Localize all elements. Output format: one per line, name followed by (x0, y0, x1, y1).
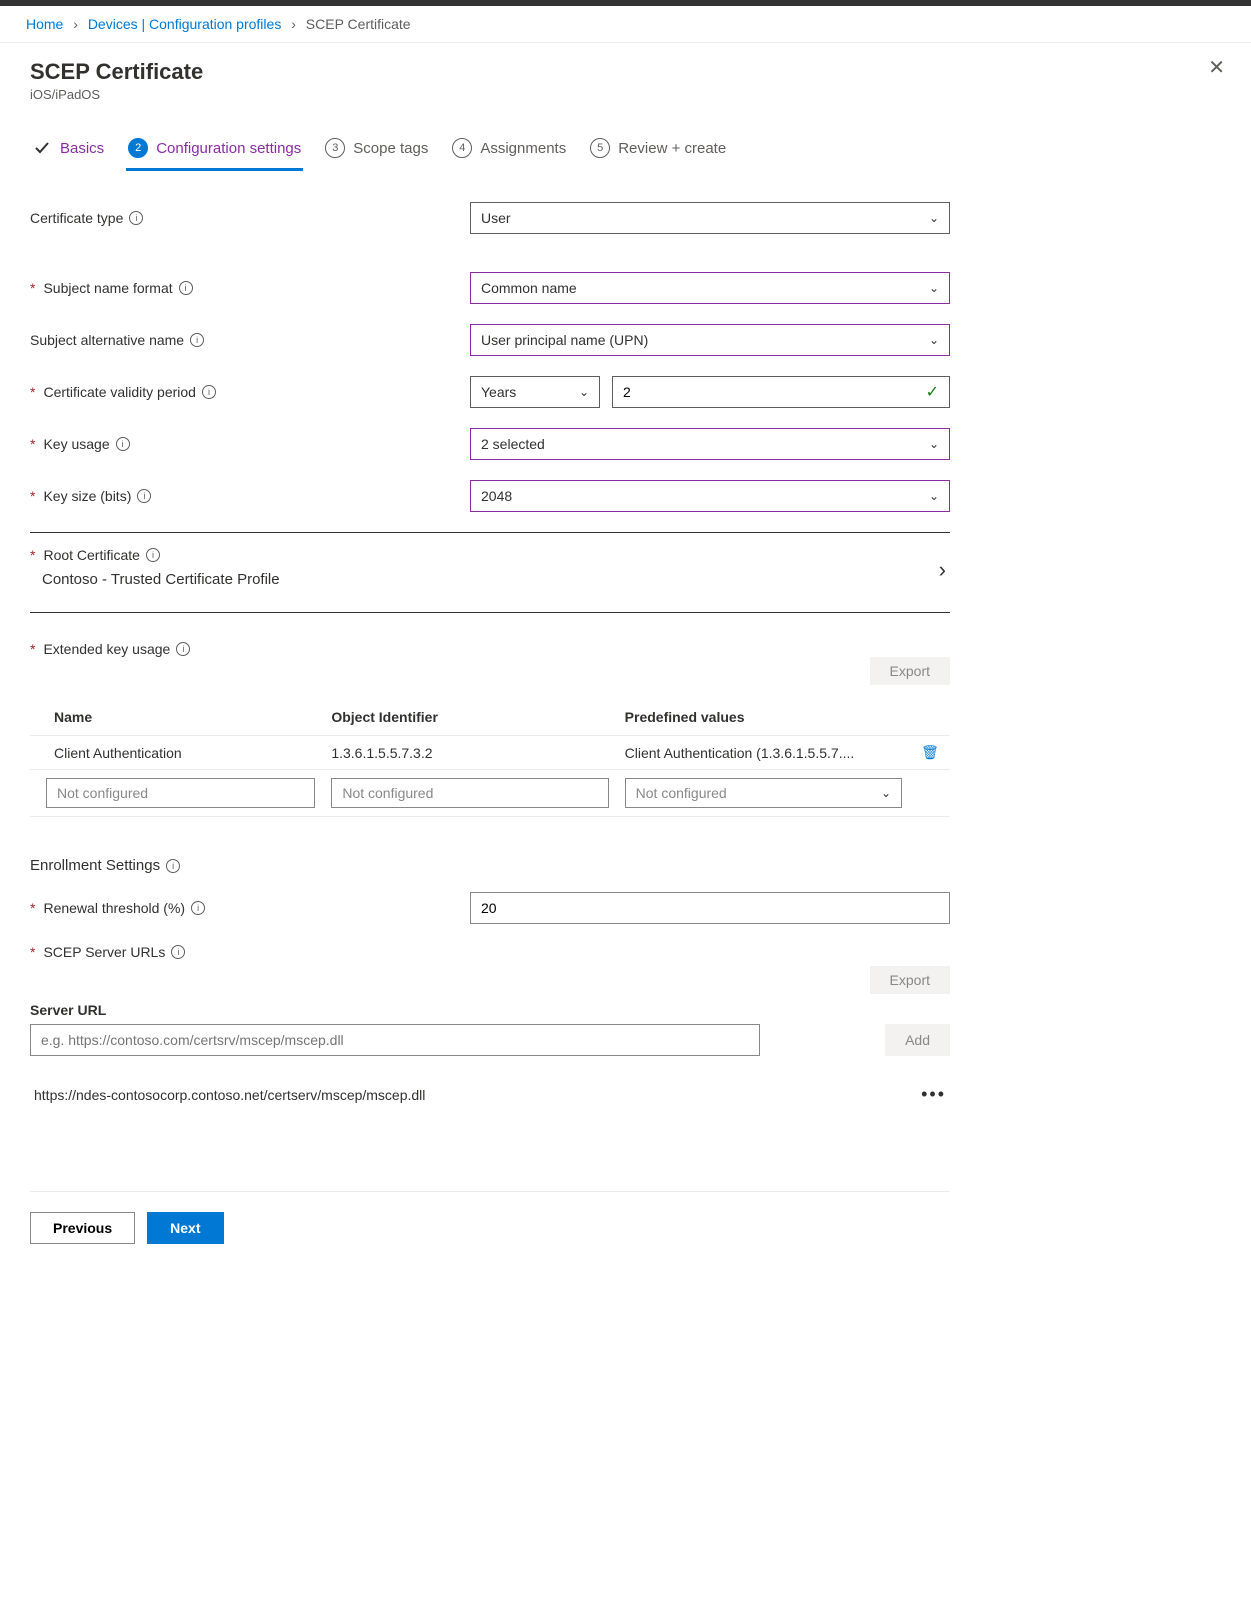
subject-name-format-select[interactable]: Common name ⌄ (470, 272, 950, 304)
tab-configuration-settings[interactable]: 2 Configuration settings (126, 132, 303, 171)
info-icon[interactable]: i (146, 548, 160, 562)
export-eku-button[interactable]: Export (870, 657, 950, 685)
server-url-input[interactable] (41, 1025, 749, 1055)
tab-basics[interactable]: Basics (30, 132, 106, 171)
root-certificate-picker[interactable]: *Root Certificate i Contoso - Trusted Ce… (30, 545, 950, 594)
eku-row-name: Client Authentication (30, 737, 323, 769)
next-button[interactable]: Next (147, 1212, 223, 1244)
page-title: SCEP Certificate (30, 59, 1225, 85)
label-renewal-threshold: * Renewal threshold (%) i (30, 900, 470, 916)
label-key-usage: * Key usage i (30, 436, 470, 452)
enrollment-settings-heading: Enrollment Settings i (30, 857, 950, 874)
add-url-button[interactable]: Add (885, 1024, 950, 1056)
info-icon[interactable]: i (171, 945, 185, 959)
root-certificate-value: Contoso - Trusted Certificate Profile (30, 571, 950, 588)
key-usage-select[interactable]: 2 selected ⌄ (470, 428, 950, 460)
info-icon[interactable]: i (129, 211, 143, 225)
chevron-down-icon: ⌄ (929, 437, 939, 451)
check-icon: ✓ (926, 382, 939, 402)
eku-row-predefined: Client Authentication (1.3.6.1.5.5.7.... (617, 737, 910, 769)
eku-oid-input[interactable]: Not configured (331, 778, 608, 808)
chevron-down-icon: ⌄ (579, 385, 589, 399)
label-server-url: Server URL (30, 1002, 760, 1018)
subject-alternative-name-select[interactable]: User principal name (UPN) ⌄ (470, 324, 950, 356)
step-number-icon: 2 (128, 138, 148, 158)
wizard-tabs: Basics 2 Configuration settings 3 Scope … (30, 132, 1225, 172)
tab-review-create[interactable]: 5 Review + create (588, 132, 728, 171)
info-icon[interactable]: i (190, 333, 204, 347)
chevron-right-icon: › (73, 16, 78, 32)
eku-predefined-select[interactable]: Not configured ⌄ (625, 778, 902, 808)
label-certificate-type: Certificate type i (30, 210, 470, 226)
renewal-threshold-input[interactable] (481, 893, 939, 923)
tab-scope-tags[interactable]: 3 Scope tags (323, 132, 430, 171)
certificate-type-select[interactable]: User ⌄ (470, 202, 950, 234)
step-number-icon: 5 (590, 138, 610, 158)
chevron-right-icon: › (291, 16, 296, 32)
info-icon[interactable]: i (137, 489, 151, 503)
previous-button[interactable]: Previous (30, 1212, 135, 1244)
delete-icon[interactable]: 🗑 (910, 736, 950, 769)
eku-header-name: Name (30, 699, 323, 735)
label-extended-key-usage: * Extended key usage i (30, 641, 950, 657)
close-icon[interactable]: ✕ (1208, 55, 1225, 80)
info-icon[interactable]: i (202, 385, 216, 399)
info-icon[interactable]: i (176, 642, 190, 656)
check-icon (32, 138, 52, 158)
eku-name-input[interactable]: Not configured (46, 778, 315, 808)
info-icon[interactable]: i (166, 859, 180, 873)
chevron-right-icon[interactable]: › (939, 557, 946, 583)
chevron-down-icon: ⌄ (929, 333, 939, 347)
breadcrumb-current: SCEP Certificate (306, 16, 411, 32)
eku-table: Name Object Identifier Predefined values… (30, 699, 950, 817)
info-icon[interactable]: i (116, 437, 130, 451)
label-scep-server-urls: * SCEP Server URLs i (30, 944, 470, 960)
breadcrumb: Home › Devices | Configuration profiles … (0, 6, 1251, 38)
server-url-item: https://ndes-contosocorp.contoso.net/cer… (30, 1078, 950, 1111)
step-number-icon: 3 (325, 138, 345, 158)
info-icon[interactable]: i (179, 281, 193, 295)
info-icon[interactable]: i (191, 901, 205, 915)
export-urls-button[interactable]: Export (870, 966, 950, 994)
step-number-icon: 4 (452, 138, 472, 158)
breadcrumb-devices[interactable]: Devices | Configuration profiles (88, 16, 282, 32)
label-subject-alternative-name: Subject alternative name i (30, 332, 470, 348)
breadcrumb-home[interactable]: Home (26, 16, 63, 32)
label-certificate-validity-period: * Certificate validity period i (30, 384, 470, 400)
label-subject-name-format: * Subject name format i (30, 280, 470, 296)
chevron-down-icon: ⌄ (929, 281, 939, 295)
more-icon[interactable]: ••• (921, 1084, 946, 1105)
validity-unit-select[interactable]: Years ⌄ (470, 376, 600, 408)
validity-value-input[interactable] (623, 377, 926, 407)
key-size-select[interactable]: 2048 ⌄ (470, 480, 950, 512)
eku-row-oid: 1.3.6.1.5.5.7.3.2 (323, 737, 616, 769)
eku-header-predefined: Predefined values (617, 699, 910, 735)
tab-assignments[interactable]: 4 Assignments (450, 132, 568, 171)
eku-header-oid: Object Identifier (323, 699, 616, 735)
chevron-down-icon: ⌄ (881, 786, 891, 800)
chevron-down-icon: ⌄ (929, 489, 939, 503)
label-key-size: * Key size (bits) i (30, 488, 470, 504)
chevron-down-icon: ⌄ (929, 211, 939, 225)
page-subtitle: iOS/iPadOS (30, 87, 1225, 102)
